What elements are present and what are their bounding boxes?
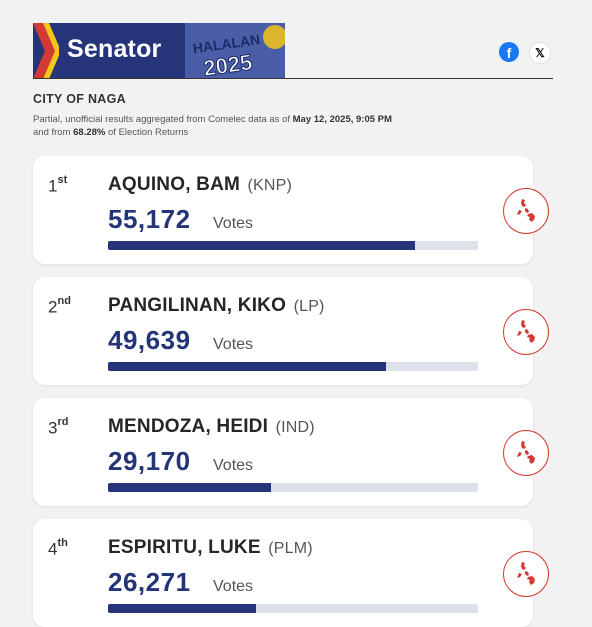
philippines-map-icon [517, 199, 535, 222]
candidate-card: 4th ESPIRITU, LUKE (PLM) 26,271 Votes [33, 519, 549, 627]
candidate-name: AQUINO, BAM (KNP) [108, 174, 293, 195]
vote-count: 55,172 [108, 204, 191, 234]
candidate-name: MENDOZA, HEIDI (IND) [108, 416, 315, 437]
rank: 1st [48, 174, 68, 196]
rank: 3rd [48, 416, 69, 438]
vote-count: 29,170 [108, 446, 191, 476]
title-banner: Senator HALALAN 2025 [33, 23, 285, 79]
vote-count: 26,271 [108, 567, 191, 597]
votes-label: Votes [213, 578, 254, 595]
votes-label: Votes [213, 215, 254, 232]
party: (IND) [275, 419, 315, 436]
note-middle: and from [33, 127, 71, 138]
map-button[interactable] [503, 188, 549, 234]
header: Senator HALALAN 2025 f 𝕏 [33, 23, 553, 79]
party: (LP) [293, 298, 325, 315]
note-prefix: Partial, unofficial results aggregated f… [33, 114, 290, 125]
candidate-name: ESPIRITU, LUKE (PLM) [108, 537, 313, 558]
location-title: CITY OF NAGA [33, 92, 126, 106]
facebook-icon[interactable]: f [499, 42, 519, 62]
rank: 4th [48, 537, 68, 559]
page-title: Senator [67, 35, 162, 63]
note-timestamp: May 12, 2025, 9:05 PM [292, 114, 392, 125]
votes-label: Votes [213, 457, 254, 474]
votes-label: Votes [213, 336, 254, 353]
progress-fill [108, 604, 256, 613]
results-note: Partial, unofficial results aggregated f… [33, 113, 393, 139]
philippines-map-icon [517, 320, 535, 343]
progress-fill [108, 483, 271, 492]
party: (PLM) [268, 540, 313, 557]
candidate-card: 3rd MENDOZA, HEIDI (IND) 29,170 Votes [33, 398, 549, 506]
philippines-map-icon [517, 441, 535, 464]
progress-fill [108, 241, 416, 250]
progress-bar [108, 604, 478, 613]
candidate-name: PANGILINAN, KIKO (LP) [108, 295, 325, 316]
note-percent: 68.28% [73, 127, 106, 138]
divider [33, 78, 553, 79]
rank: 2nd [48, 295, 71, 317]
map-button[interactable] [503, 430, 549, 476]
vote-count: 49,639 [108, 325, 191, 355]
progress-bar [108, 241, 478, 250]
philippines-map-icon [517, 562, 535, 585]
x-twitter-icon[interactable]: 𝕏 [529, 42, 551, 64]
chevron-stripe-icon [33, 23, 59, 79]
progress-bar [108, 483, 478, 492]
halalan-logo: HALALAN 2025 [185, 23, 285, 79]
candidate-card: 1st AQUINO, BAM (KNP) 55,172 Votes [33, 156, 549, 264]
note-suffix: of Election Returns [108, 127, 189, 138]
map-button[interactable] [503, 551, 549, 597]
map-button[interactable] [503, 309, 549, 355]
party: (KNP) [247, 177, 293, 194]
candidate-card: 2nd PANGILINAN, KIKO (LP) 49,639 Votes [33, 277, 549, 385]
progress-fill [108, 362, 386, 371]
progress-bar [108, 362, 478, 371]
